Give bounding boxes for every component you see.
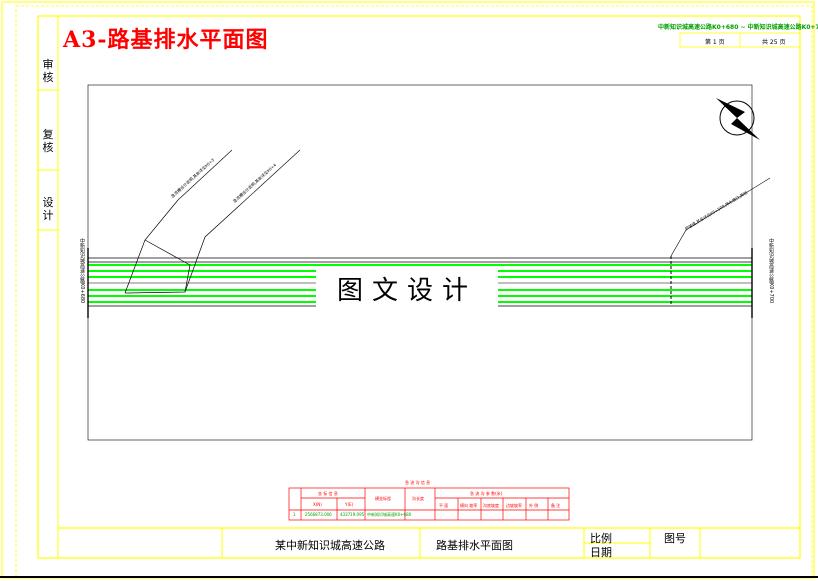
table-col-y: Y(E): [345, 502, 354, 507]
table-sub-b: 横向 坡率: [460, 503, 478, 508]
table-row-y: 433719.095: [340, 512, 365, 517]
table-sub-e: 外 侧: [529, 503, 539, 508]
drawing-area: [87, 84, 753, 441]
table-col-length: 沟长度: [412, 496, 424, 501]
table-sub-c: 沟底坡度: [483, 503, 499, 508]
drawing-title: A3-路基排水平面图: [63, 27, 269, 53]
left-station-label: 中新知识城高速公路K0+680: [79, 238, 85, 304]
date-label: 日期: [590, 546, 612, 559]
project-name: 某中新知识城高速公路: [275, 539, 385, 552]
header-total: 共 25 页: [762, 39, 786, 46]
north-arrow-icon: [716, 98, 760, 140]
table-col-coord: 坐 标 信 息: [318, 491, 338, 496]
figure-label: 图号: [664, 532, 686, 545]
drawing-name: 路基排水平面图: [436, 539, 513, 552]
table-row-station: 中新知识城高速K0+680: [367, 512, 412, 517]
table-row-label: 1: [293, 512, 296, 517]
table-col-x: X(N): [313, 502, 322, 507]
table-sub-f: 备 注: [551, 503, 561, 508]
side-label-review: 审核: [42, 58, 54, 84]
table-sub-d: 边坡坡率: [506, 503, 522, 508]
header-range: 中新知识城高速公路K0+680 ~ 中新知识城高速公路K0+700: [658, 24, 818, 31]
side-label-check: 复核: [42, 128, 54, 154]
side-label-design: 设计: [42, 196, 54, 222]
right-station-label: 中新知识城高速公路K0+700: [768, 238, 774, 304]
table-sub-a: 平 面: [439, 503, 449, 508]
table-row-x: 2566873.006: [305, 512, 332, 517]
table-col-station: 横坐标程: [375, 496, 391, 501]
table-col-area: 急 流 沟 参 数(米): [470, 491, 503, 496]
table-title: 急 流 沟 信 息: [405, 480, 431, 485]
drawing-sheet: { "title": "A3-路基排水平面图", "watermark": "图…: [0, 0, 818, 581]
watermark: 图文设计: [316, 270, 498, 312]
header-sheet-no: 第 1 页: [705, 39, 725, 46]
